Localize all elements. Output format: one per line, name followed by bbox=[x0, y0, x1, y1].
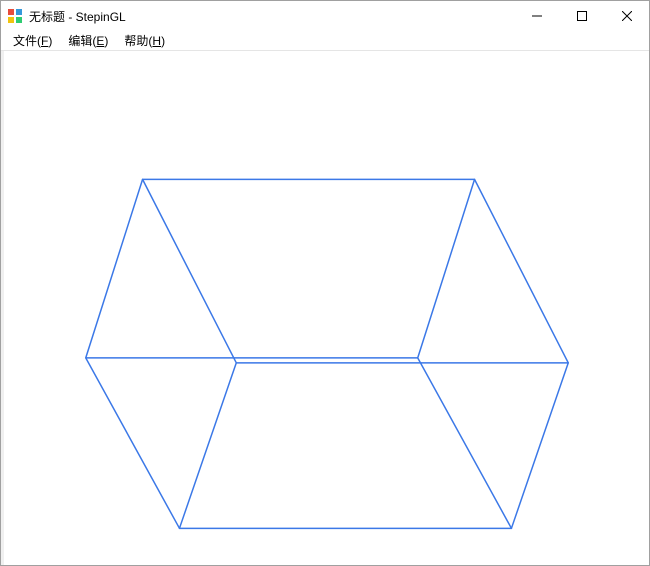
window-title: 无标题 - StepinGL bbox=[29, 8, 514, 25]
menubar: 文件(F) 编辑(E) 帮助(H) bbox=[1, 31, 649, 51]
menu-edit-hotkey: E bbox=[96, 34, 104, 48]
menu-file-label: 文件 bbox=[13, 34, 37, 48]
menu-help-label: 帮助 bbox=[124, 34, 148, 48]
opengl-canvas[interactable] bbox=[1, 51, 649, 565]
minimize-button[interactable] bbox=[514, 1, 559, 31]
menu-file-hotkey: F bbox=[41, 34, 48, 48]
app-icon bbox=[7, 8, 23, 24]
menu-help[interactable]: 帮助(H) bbox=[116, 30, 173, 51]
close-button[interactable] bbox=[604, 1, 649, 31]
menu-help-hotkey: H bbox=[152, 34, 161, 48]
window-controls bbox=[514, 1, 649, 31]
menu-edit-label: 编辑 bbox=[68, 34, 92, 48]
menu-file[interactable]: 文件(F) bbox=[5, 30, 60, 51]
menu-edit[interactable]: 编辑(E) bbox=[60, 30, 116, 51]
maximize-button[interactable] bbox=[559, 1, 604, 31]
titlebar: 无标题 - StepinGL bbox=[1, 1, 649, 31]
wireframe-cube bbox=[4, 51, 649, 565]
